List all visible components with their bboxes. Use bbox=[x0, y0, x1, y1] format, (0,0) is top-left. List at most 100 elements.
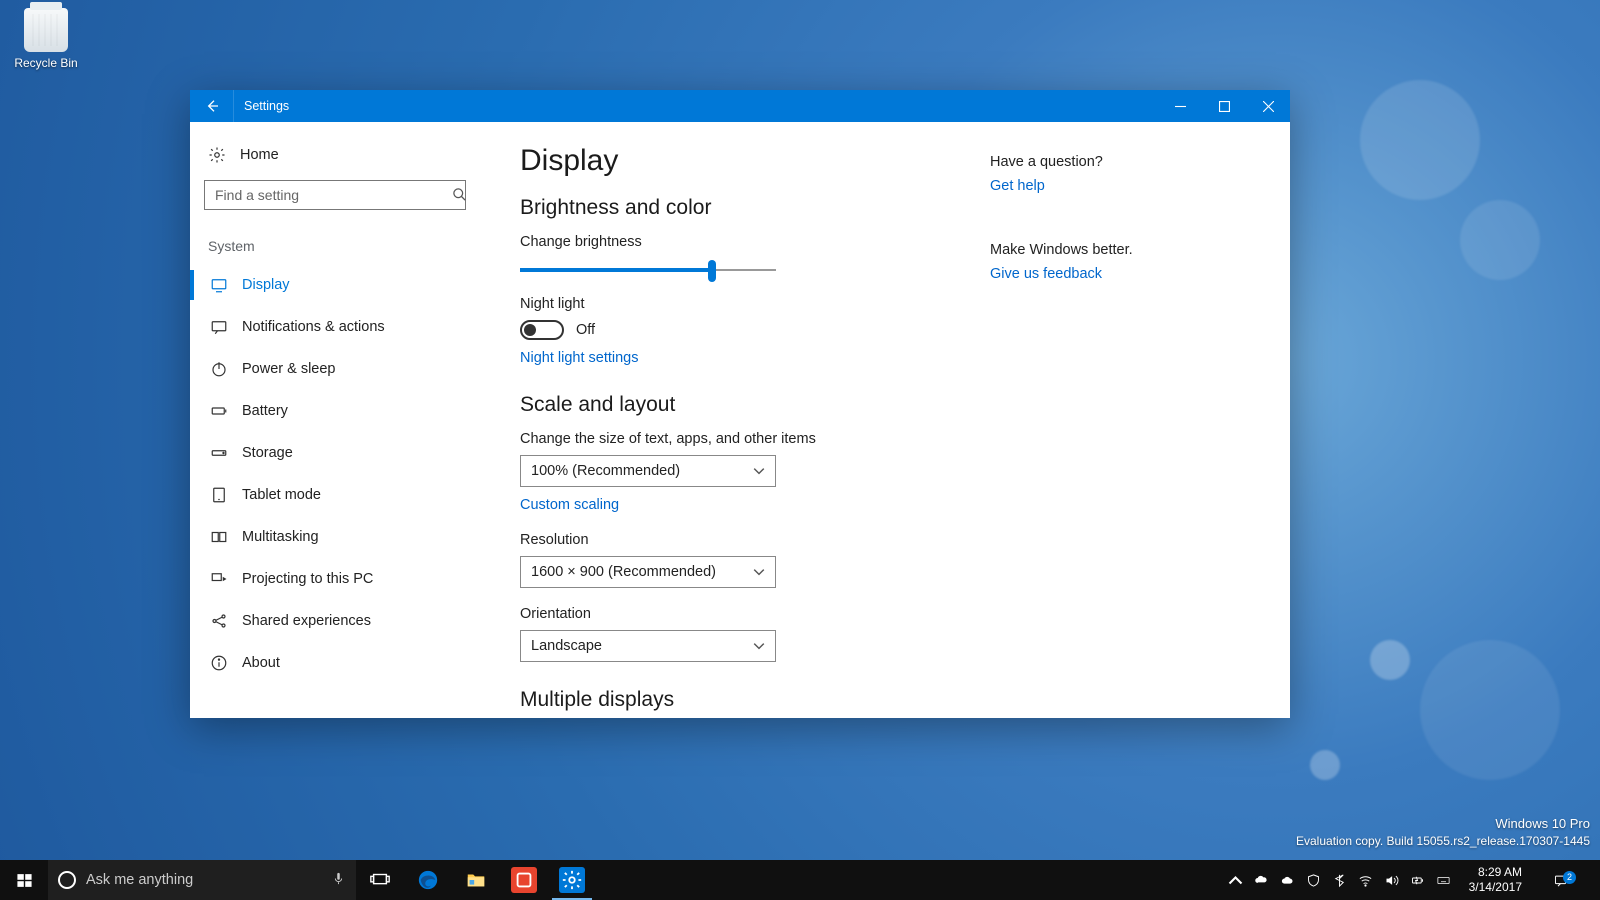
rail-question: Have a question? bbox=[990, 154, 1250, 170]
chevron-down-icon bbox=[753, 465, 765, 477]
sidebar-item-battery[interactable]: Battery bbox=[204, 390, 475, 432]
tray-bluetooth-icon[interactable] bbox=[1331, 871, 1349, 889]
resolution-label: Resolution bbox=[520, 532, 1260, 548]
tray-onedrive-icon[interactable] bbox=[1253, 871, 1271, 889]
message-icon bbox=[210, 318, 228, 336]
cortana-search[interactable]: Ask me anything bbox=[48, 860, 356, 900]
scale-dropdown[interactable]: 100% (Recommended) bbox=[520, 455, 776, 487]
sidebar-item-tablet[interactable]: Tablet mode bbox=[204, 474, 475, 516]
help-rail: Have a question? Get help Make Windows b… bbox=[990, 154, 1250, 282]
sidebar-item-label: Storage bbox=[242, 445, 293, 461]
tray-power-icon[interactable] bbox=[1409, 871, 1427, 889]
sidebar-item-projecting[interactable]: Projecting to this PC bbox=[204, 558, 475, 600]
edge-icon bbox=[417, 869, 439, 891]
tray-chevron-up[interactable] bbox=[1227, 871, 1245, 889]
bokeh bbox=[1310, 750, 1340, 780]
maximize-button[interactable] bbox=[1202, 90, 1246, 122]
custom-scaling-link[interactable]: Custom scaling bbox=[520, 497, 619, 513]
sidebar-item-label: Notifications & actions bbox=[242, 319, 385, 335]
scale-value: 100% (Recommended) bbox=[531, 463, 680, 479]
desktop-icon-recycle-bin[interactable]: Recycle Bin bbox=[8, 8, 84, 70]
tray-keyboard-icon[interactable] bbox=[1435, 871, 1453, 889]
sidebar-home[interactable]: Home bbox=[204, 140, 475, 180]
cortana-placeholder: Ask me anything bbox=[86, 872, 193, 888]
watermark-edition: Windows 10 Pro bbox=[1296, 815, 1590, 833]
taskbar-app-recorder[interactable] bbox=[500, 860, 548, 900]
tray-wifi-icon[interactable] bbox=[1357, 871, 1375, 889]
feedback-link[interactable]: Give us feedback bbox=[990, 266, 1102, 282]
minimize-button[interactable] bbox=[1158, 90, 1202, 122]
close-button[interactable] bbox=[1246, 90, 1290, 122]
night-light-state: Off bbox=[576, 322, 595, 338]
action-center-button[interactable]: 2 bbox=[1538, 873, 1582, 888]
tablet-icon bbox=[210, 486, 228, 504]
share-icon bbox=[210, 612, 228, 630]
search-box[interactable] bbox=[204, 180, 475, 210]
section-scale: Scale and layout bbox=[520, 393, 1260, 417]
taskbar-app-edge[interactable] bbox=[404, 860, 452, 900]
taskbar-clock[interactable]: 8:29 AM 3/14/2017 bbox=[1461, 865, 1530, 895]
sidebar-item-display[interactable]: Display bbox=[204, 264, 475, 306]
sidebar-item-label: Projecting to this PC bbox=[242, 571, 373, 587]
app-icon bbox=[511, 867, 537, 893]
night-light-settings-link[interactable]: Night light settings bbox=[520, 350, 638, 366]
tray-volume-icon[interactable] bbox=[1383, 871, 1401, 889]
windows-icon bbox=[16, 872, 33, 889]
night-light-toggle[interactable] bbox=[520, 320, 564, 340]
sidebar-item-multitasking[interactable]: Multitasking bbox=[204, 516, 475, 558]
taskbar-app-explorer[interactable] bbox=[452, 860, 500, 900]
close-icon bbox=[1263, 101, 1274, 112]
sidebar-item-notifications[interactable]: Notifications & actions bbox=[204, 306, 475, 348]
bokeh bbox=[1420, 640, 1560, 780]
brightness-slider[interactable] bbox=[520, 258, 776, 282]
sidebar: Home System Display Notifications & acti… bbox=[190, 122, 490, 718]
sidebar-item-label: Battery bbox=[242, 403, 288, 419]
info-icon bbox=[210, 654, 228, 672]
drive-icon bbox=[210, 444, 228, 462]
clock-date: 3/14/2017 bbox=[1469, 880, 1522, 895]
night-light-label: Night light bbox=[520, 296, 1260, 312]
mic-icon[interactable] bbox=[331, 871, 346, 890]
window-title: Settings bbox=[234, 99, 1158, 113]
orientation-dropdown[interactable]: Landscape bbox=[520, 630, 776, 662]
settings-icon bbox=[559, 867, 585, 893]
sidebar-item-label: About bbox=[242, 655, 280, 671]
tray-cloud-icon[interactable] bbox=[1279, 871, 1297, 889]
scale-label: Change the size of text, apps, and other… bbox=[520, 431, 1260, 447]
watermark-build: Evaluation copy. Build 15055.rs2_release… bbox=[1296, 833, 1590, 850]
sidebar-item-storage[interactable]: Storage bbox=[204, 432, 475, 474]
gear-icon bbox=[208, 146, 226, 164]
recycle-bin-icon bbox=[24, 8, 68, 52]
bokeh bbox=[1370, 640, 1410, 680]
chevron-down-icon bbox=[753, 640, 765, 652]
power-icon bbox=[210, 360, 228, 378]
bokeh bbox=[1360, 80, 1480, 200]
sidebar-category: System bbox=[208, 238, 475, 254]
titlebar[interactable]: Settings bbox=[190, 90, 1290, 122]
arrow-left-icon bbox=[204, 98, 220, 114]
sidebar-item-shared[interactable]: Shared experiences bbox=[204, 600, 475, 642]
search-icon bbox=[452, 187, 467, 207]
section-multiple: Multiple displays bbox=[520, 688, 1260, 712]
back-button[interactable] bbox=[190, 90, 234, 122]
minimize-icon bbox=[1175, 101, 1186, 112]
get-help-link[interactable]: Get help bbox=[990, 178, 1045, 194]
tray-defender-icon[interactable] bbox=[1305, 871, 1323, 889]
sidebar-item-about[interactable]: About bbox=[204, 642, 475, 684]
sidebar-item-power[interactable]: Power & sleep bbox=[204, 348, 475, 390]
sidebar-item-label: Shared experiences bbox=[242, 613, 371, 629]
sidebar-item-label: Multitasking bbox=[242, 529, 319, 545]
resolution-dropdown[interactable]: 1600 × 900 (Recommended) bbox=[520, 556, 776, 588]
desktop-icon-label: Recycle Bin bbox=[8, 56, 84, 70]
system-tray: 8:29 AM 3/14/2017 2 bbox=[1223, 860, 1600, 900]
taskbar-app-settings[interactable] bbox=[548, 860, 596, 900]
folder-icon bbox=[465, 869, 487, 891]
taskbar: Ask me anything 8:29 AM 3/14/2017 bbox=[0, 860, 1600, 900]
slider-thumb[interactable] bbox=[708, 260, 716, 282]
orientation-label: Orientation bbox=[520, 606, 1260, 622]
task-view-button[interactable] bbox=[356, 860, 404, 900]
task-view-icon bbox=[369, 869, 391, 891]
search-input[interactable] bbox=[204, 180, 466, 210]
start-button[interactable] bbox=[0, 860, 48, 900]
rail-make-better: Make Windows better. bbox=[990, 242, 1250, 258]
